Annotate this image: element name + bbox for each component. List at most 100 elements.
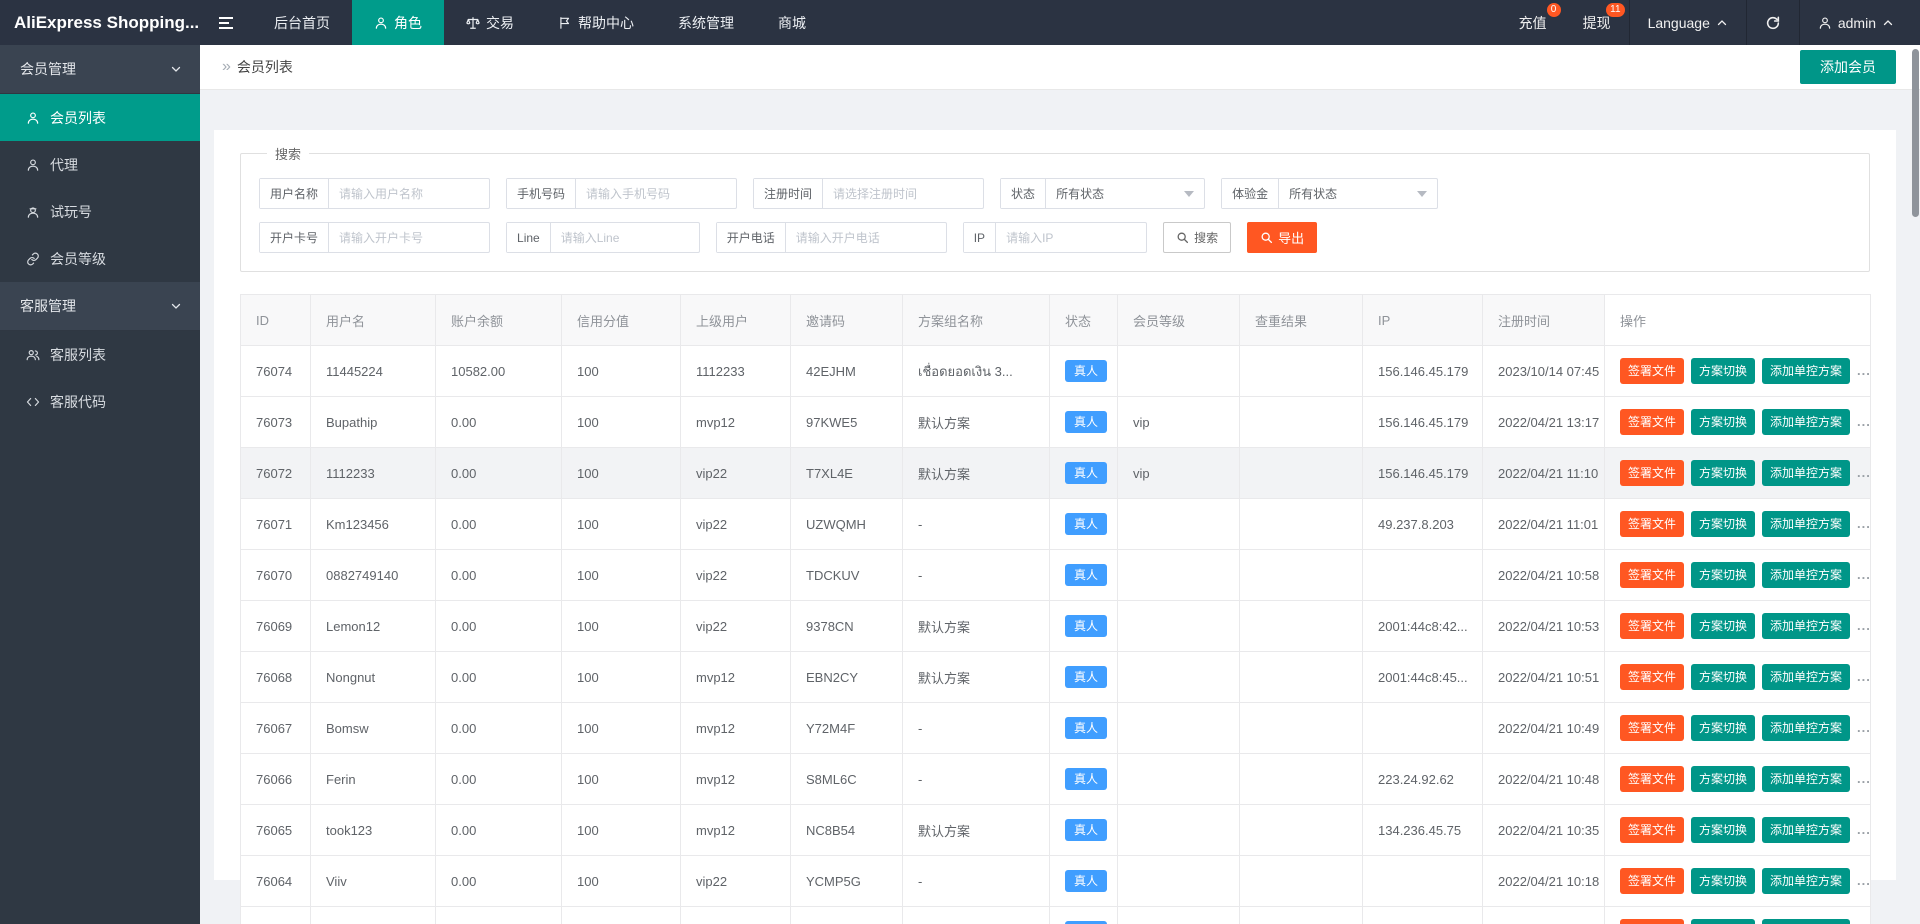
status-badge[interactable]: 真人	[1065, 666, 1107, 688]
cell-level	[1118, 754, 1240, 805]
sidebar-item-service-code[interactable]: 客服代码	[0, 378, 200, 425]
sign-file-button[interactable]: 签署文件	[1620, 358, 1684, 384]
cell-actions: 签署文件方案切换添加单控方案...	[1605, 550, 1871, 601]
plan-switch-button[interactable]: 方案切换	[1691, 766, 1755, 792]
search-button[interactable]: 搜索	[1163, 222, 1231, 253]
status-badge[interactable]: 真人	[1065, 411, 1107, 433]
line-input[interactable]	[551, 223, 699, 252]
reg-time-input[interactable]	[823, 179, 983, 208]
chevron-up-icon	[1716, 17, 1728, 29]
sidebar-group-service-management[interactable]: 客服管理	[0, 282, 200, 331]
more-actions[interactable]: ...	[1857, 414, 1870, 429]
status-badge[interactable]: 真人	[1065, 717, 1107, 739]
trial-bonus-select[interactable]: 所有状态	[1279, 179, 1437, 208]
more-actions[interactable]: ...	[1857, 465, 1870, 480]
plan-switch-button[interactable]: 方案切换	[1691, 460, 1755, 486]
nav-item-mall[interactable]: 商城	[756, 0, 828, 45]
more-actions[interactable]: ...	[1857, 363, 1870, 378]
add-single-control-button[interactable]: 添加单控方案	[1762, 358, 1850, 384]
more-actions[interactable]: ...	[1857, 516, 1870, 531]
nav-item-recharge[interactable]: 充值0	[1501, 0, 1565, 45]
status-badge[interactable]: 真人	[1065, 564, 1107, 586]
more-actions[interactable]: ...	[1857, 771, 1870, 786]
status-badge[interactable]: 真人	[1065, 462, 1107, 484]
sidebar-item-agent[interactable]: 代理	[0, 141, 200, 188]
sign-file-button[interactable]: 签署文件	[1620, 460, 1684, 486]
sidebar-item-service-list[interactable]: 客服列表	[0, 331, 200, 378]
sidebar-item-member-list[interactable]: 会员列表	[0, 94, 200, 141]
add-single-control-button[interactable]: 添加单控方案	[1762, 868, 1850, 894]
more-actions[interactable]: ...	[1857, 873, 1870, 888]
status-select[interactable]: 所有状态	[1046, 179, 1204, 208]
sign-file-button[interactable]: 签署文件	[1620, 562, 1684, 588]
plan-switch-button[interactable]: 方案切换	[1691, 613, 1755, 639]
status-badge[interactable]: 真人	[1065, 768, 1107, 790]
plan-switch-button[interactable]: 方案切换	[1691, 868, 1755, 894]
sign-file-button[interactable]: 签署文件	[1620, 919, 1684, 924]
status-badge[interactable]: 真人	[1065, 360, 1107, 382]
add-single-control-button[interactable]: 添加单控方案	[1762, 460, 1850, 486]
nav-item-help-center[interactable]: 帮助中心	[536, 0, 656, 45]
nav-item-roles[interactable]: 角色	[352, 0, 444, 45]
refresh-icon	[1765, 15, 1781, 31]
add-single-control-button[interactable]: 添加单控方案	[1762, 919, 1850, 924]
nav-item-home[interactable]: 后台首页	[252, 0, 352, 45]
sidebar-item-label: 客服列表	[50, 345, 106, 365]
sign-file-button[interactable]: 签署文件	[1620, 613, 1684, 639]
sidebar-item-demo-account[interactable]: 试玩号	[0, 188, 200, 235]
plan-switch-button[interactable]: 方案切换	[1691, 715, 1755, 741]
plan-switch-button[interactable]: 方案切换	[1691, 817, 1755, 843]
nav-item-withdraw[interactable]: 提现11	[1565, 0, 1629, 45]
sign-file-button[interactable]: 签署文件	[1620, 817, 1684, 843]
nav-item-admin[interactable]: admin	[1799, 0, 1912, 45]
phone-input[interactable]	[576, 179, 736, 208]
add-single-control-button[interactable]: 添加单控方案	[1762, 409, 1850, 435]
bank-card-input[interactable]	[329, 223, 489, 252]
more-actions[interactable]: ...	[1857, 669, 1870, 684]
status-badge[interactable]: 真人	[1065, 819, 1107, 841]
sign-file-button[interactable]: 签署文件	[1620, 409, 1684, 435]
sidebar-group-member-management[interactable]: 会员管理	[0, 45, 200, 94]
add-single-control-button[interactable]: 添加单控方案	[1762, 613, 1850, 639]
add-single-control-button[interactable]: 添加单控方案	[1762, 817, 1850, 843]
add-single-control-button[interactable]: 添加单控方案	[1762, 664, 1850, 690]
bank-phone-input[interactable]	[786, 223, 946, 252]
more-actions[interactable]: ...	[1857, 720, 1870, 735]
plan-switch-button[interactable]: 方案切换	[1691, 358, 1755, 384]
sign-file-button[interactable]: 签署文件	[1620, 715, 1684, 741]
plan-switch-button[interactable]: 方案切换	[1691, 562, 1755, 588]
status-badge[interactable]: 真人	[1065, 870, 1107, 892]
more-actions[interactable]: ...	[1857, 567, 1870, 582]
plan-switch-button[interactable]: 方案切换	[1691, 664, 1755, 690]
nav-item-language[interactable]: Language	[1629, 0, 1746, 45]
more-actions[interactable]: ...	[1857, 822, 1870, 837]
nav-item-refresh[interactable]	[1746, 0, 1799, 45]
plan-switch-button[interactable]: 方案切换	[1691, 409, 1755, 435]
nav-item-system[interactable]: 系统管理	[656, 0, 756, 45]
sign-file-button[interactable]: 签署文件	[1620, 664, 1684, 690]
add-single-control-button[interactable]: 添加单控方案	[1762, 766, 1850, 792]
cell-parent: mvp12	[681, 805, 791, 856]
add-single-control-button[interactable]: 添加单控方案	[1762, 511, 1850, 537]
cell-actions: 签署文件方案切换添加单控方案...	[1605, 856, 1871, 907]
add-member-button[interactable]: 添加会员	[1800, 50, 1896, 84]
search-field-label: IP	[964, 223, 996, 252]
plan-switch-button[interactable]: 方案切换	[1691, 919, 1755, 924]
sign-file-button[interactable]: 签署文件	[1620, 511, 1684, 537]
ip-input[interactable]	[996, 223, 1146, 252]
cell-parent: vip22	[681, 856, 791, 907]
sidebar-item-member-level[interactable]: 会员等级	[0, 235, 200, 282]
status-badge[interactable]: 真人	[1065, 615, 1107, 637]
plan-switch-button[interactable]: 方案切换	[1691, 511, 1755, 537]
add-single-control-button[interactable]: 添加单控方案	[1762, 562, 1850, 588]
sign-file-button[interactable]: 签署文件	[1620, 868, 1684, 894]
sign-file-button[interactable]: 签署文件	[1620, 766, 1684, 792]
nav-item-trade[interactable]: 交易	[444, 0, 536, 45]
username-input[interactable]	[329, 179, 489, 208]
menu-toggle-icon[interactable]	[200, 0, 252, 45]
more-actions[interactable]: ...	[1857, 618, 1870, 633]
add-single-control-button[interactable]: 添加单控方案	[1762, 715, 1850, 741]
export-button[interactable]: 导出	[1247, 222, 1317, 253]
status-badge[interactable]: 真人	[1065, 513, 1107, 535]
vertical-scrollbar-thumb[interactable]	[1912, 49, 1919, 217]
